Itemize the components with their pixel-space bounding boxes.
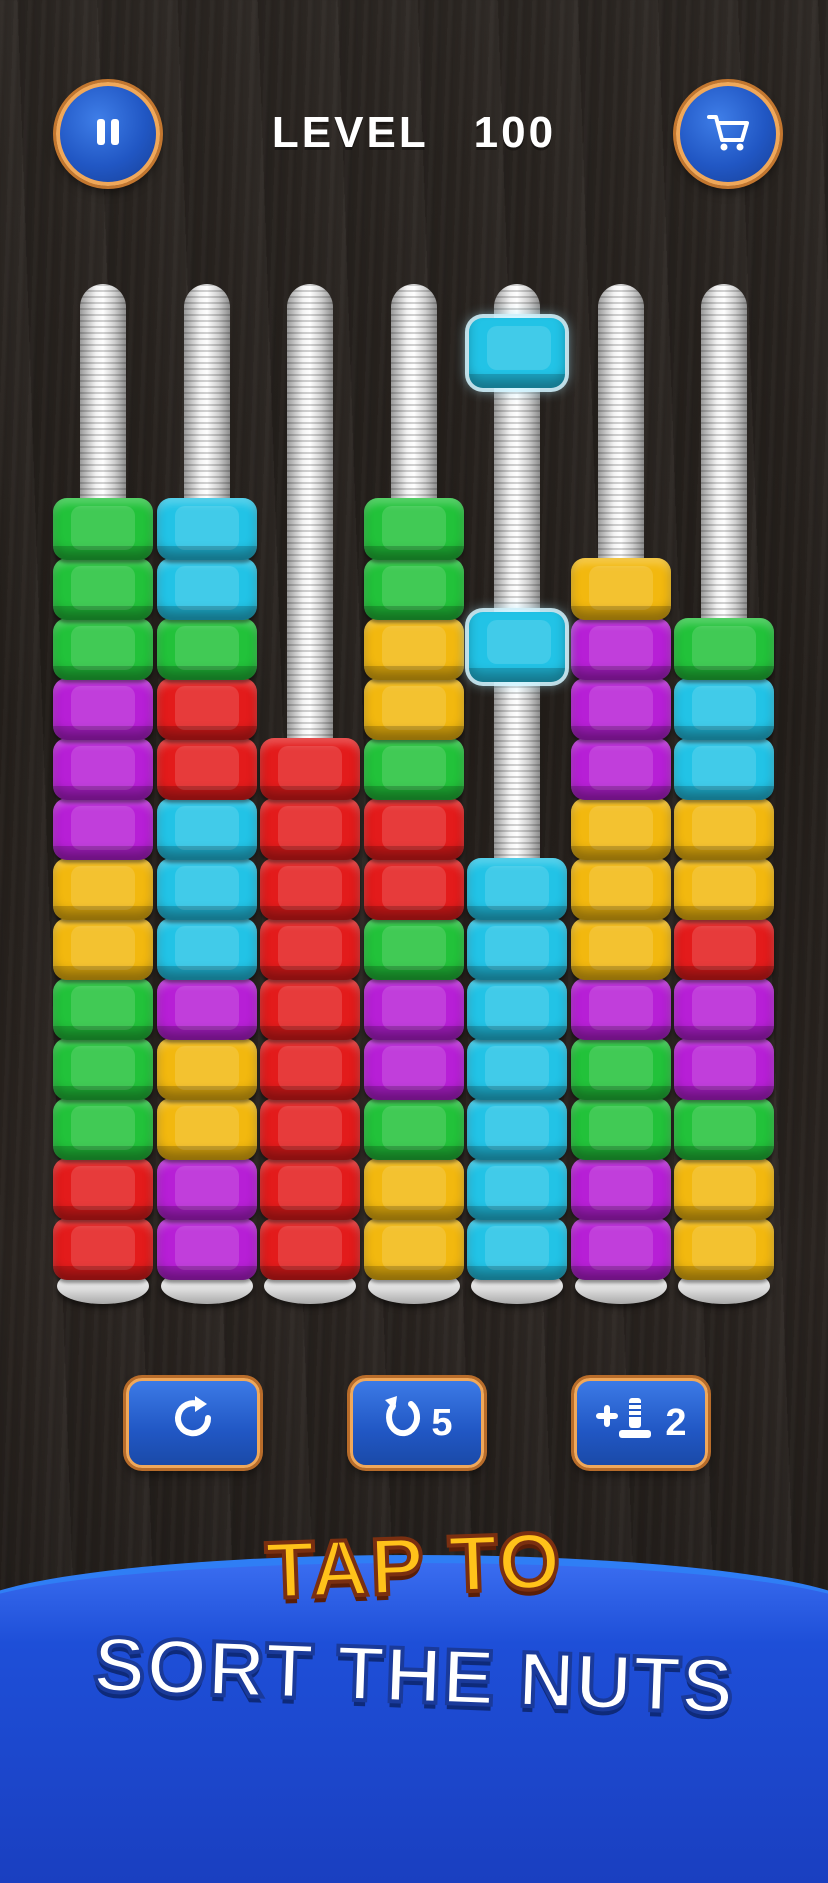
nut-yellow[interactable] [571,558,671,620]
nut-yellow[interactable] [571,918,671,980]
nut-green[interactable] [53,1098,153,1160]
nut-yellow[interactable] [364,678,464,740]
nut-green[interactable] [364,918,464,980]
add-pole-count: 2 [665,1401,687,1444]
nut-green[interactable] [364,1098,464,1160]
undo-icon [381,1392,425,1454]
nut-purple[interactable] [571,1218,671,1280]
nut-green[interactable] [364,558,464,620]
cart-icon [703,107,753,161]
undo-button[interactable]: 5 [350,1378,484,1468]
nut-cyan[interactable] [157,798,257,860]
nut-cyan[interactable] [157,858,257,920]
nut-purple[interactable] [571,978,671,1040]
nut-red[interactable] [260,798,360,860]
nut-purple[interactable] [53,798,153,860]
nut-yellow[interactable] [674,1218,774,1280]
nut-red[interactable] [260,1098,360,1160]
nut-purple[interactable] [157,1218,257,1280]
nut-red[interactable] [260,918,360,980]
nut-red[interactable] [364,858,464,920]
nut-green[interactable] [674,618,774,680]
nut-cyan[interactable] [467,1218,567,1280]
selected-nut-cyan[interactable] [469,612,565,682]
nut-yellow[interactable] [571,798,671,860]
nut-green[interactable] [53,498,153,560]
nut-yellow[interactable] [364,1218,464,1280]
nut-green[interactable] [364,498,464,560]
add-pole-button[interactable]: 2 [574,1378,708,1468]
nut-yellow[interactable] [571,858,671,920]
nut-cyan[interactable] [674,678,774,740]
level-label: LEVEL [271,108,428,157]
nut-purple[interactable] [571,678,671,740]
nut-green[interactable] [571,1098,671,1160]
nut-red[interactable] [674,918,774,980]
nut-yellow[interactable] [53,858,153,920]
nut-yellow[interactable] [53,918,153,980]
nut-red[interactable] [260,1218,360,1280]
nut-green[interactable] [53,618,153,680]
nut-cyan[interactable] [467,918,567,980]
nut-yellow[interactable] [157,1098,257,1160]
nut-green[interactable] [53,558,153,620]
nut-cyan[interactable] [157,918,257,980]
nut-cyan[interactable] [157,498,257,560]
nut-green[interactable] [53,978,153,1040]
nut-cyan[interactable] [467,978,567,1040]
nut-red[interactable] [260,1158,360,1220]
nut-purple[interactable] [364,978,464,1040]
level-number: 100 [473,108,557,157]
nut-purple[interactable] [157,978,257,1040]
restart-icon [165,1390,221,1456]
nut-yellow[interactable] [674,1158,774,1220]
add-pole-icon [595,1392,659,1454]
nut-purple[interactable] [571,1158,671,1220]
nut-red[interactable] [260,978,360,1040]
restart-button[interactable] [126,1378,260,1468]
nut-red[interactable] [260,1038,360,1100]
nut-red[interactable] [53,1158,153,1220]
nut-cyan[interactable] [467,1098,567,1160]
nut-cyan[interactable] [467,1038,567,1100]
nut-purple[interactable] [571,738,671,800]
nut-red[interactable] [364,798,464,860]
nut-yellow[interactable] [364,618,464,680]
nut-red[interactable] [157,678,257,740]
shop-button[interactable] [676,82,780,186]
nut-green[interactable] [157,618,257,680]
nut-yellow[interactable] [674,798,774,860]
nut-green[interactable] [364,738,464,800]
nut-purple[interactable] [157,1158,257,1220]
nut-cyan[interactable] [674,738,774,800]
nut-cyan[interactable] [157,558,257,620]
nut-yellow[interactable] [674,858,774,920]
selected-nut-cyan[interactable] [469,318,565,388]
nut-purple[interactable] [53,738,153,800]
nut-cyan[interactable] [467,1158,567,1220]
nut-yellow[interactable] [157,1038,257,1100]
nut-yellow[interactable] [364,1158,464,1220]
nut-purple[interactable] [571,618,671,680]
nut-red[interactable] [157,738,257,800]
nut-purple[interactable] [674,978,774,1040]
nut-purple[interactable] [53,678,153,740]
nut-purple[interactable] [364,1038,464,1100]
nut-red[interactable] [260,858,360,920]
nut-cyan[interactable] [467,858,567,920]
nut-green[interactable] [53,1038,153,1100]
undo-count: 5 [431,1401,453,1444]
nut-red[interactable] [260,738,360,800]
nut-green[interactable] [674,1098,774,1160]
nut-green[interactable] [571,1038,671,1100]
nut-purple[interactable] [674,1038,774,1100]
nut-red[interactable] [53,1218,153,1280]
